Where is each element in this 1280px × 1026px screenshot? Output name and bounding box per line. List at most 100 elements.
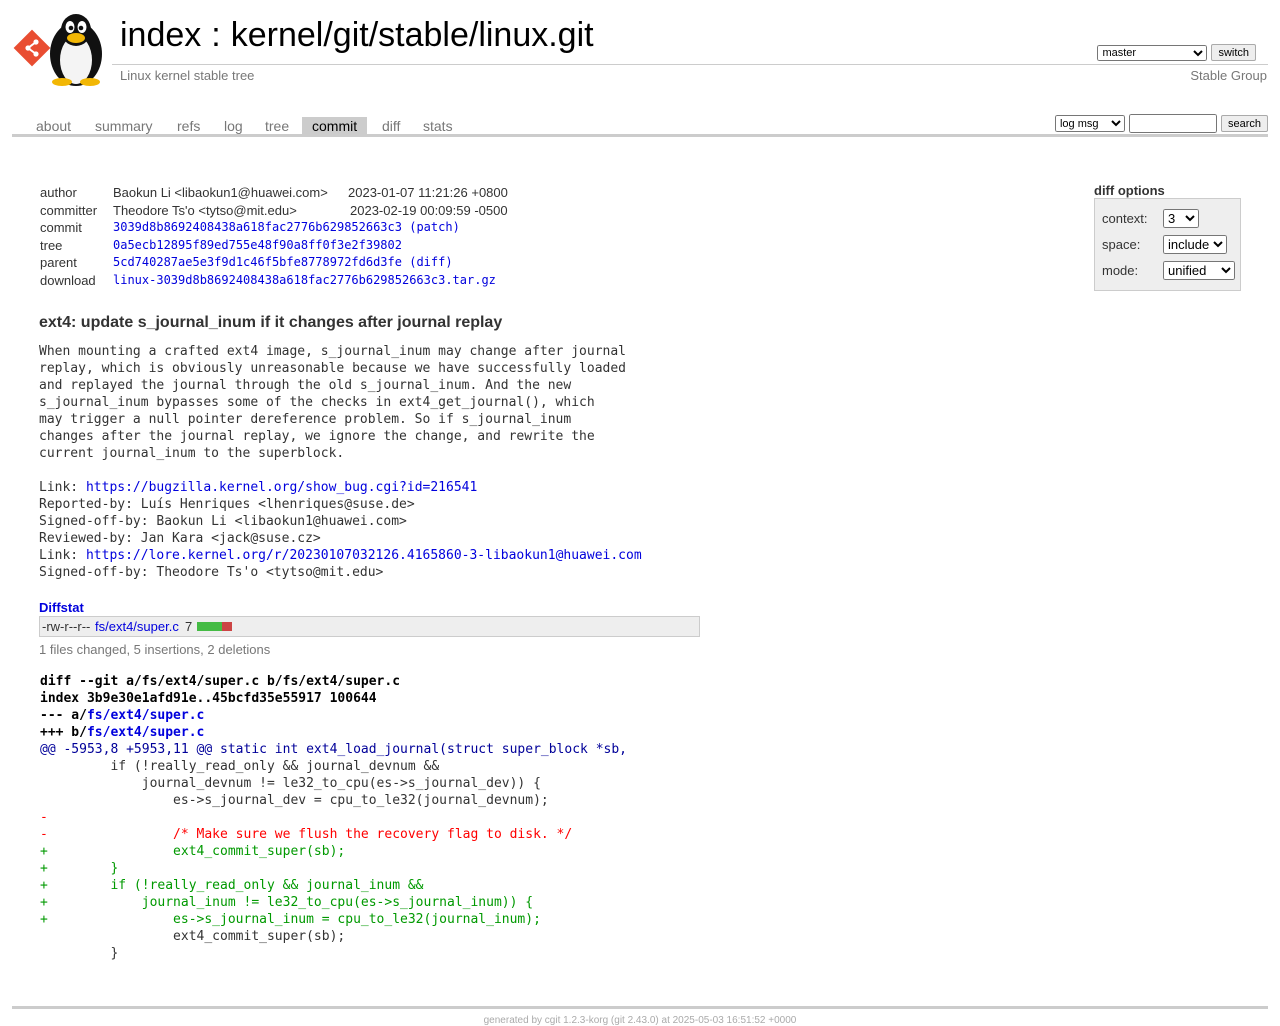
mode-select[interactable]: unified (1163, 261, 1235, 280)
tree-hash-group: 0a5ecb12895f89ed755e48f90a8ff0f3e2f39802 (113, 238, 402, 252)
diff-lines: if (!really_read_only && journal_devnum … (40, 758, 627, 962)
diffstat-file-link[interactable]: fs/ext4/super.c (95, 619, 179, 634)
search-type-select[interactable]: log msg (1054, 115, 1125, 132)
commit-message-line: current journal_inum to the superblock. (39, 446, 345, 461)
diff-line-added: + if (!really_read_only && journal_inum … (40, 878, 424, 893)
switch-button[interactable]: switch (1211, 44, 1256, 61)
parent-hash-group: 5cd740287ae5e3f9d1c46f5bfe8778972fd6d3fe… (113, 255, 453, 269)
tab-log[interactable]: log (214, 117, 253, 135)
commit-hash-link[interactable]: 3039d8b8692408438a618fac2776b629852663c3 (113, 220, 402, 234)
diff-line-removed: - /* Make sure we flush the recovery fla… (40, 827, 573, 842)
signed-off-by-line-2: Signed-off-by: Theodore Ts'o <tytso@mit.… (39, 565, 384, 580)
tab-about[interactable]: about (26, 117, 81, 135)
commit-message-line: changes after the journal replay, we ign… (39, 429, 595, 444)
bugzilla-link[interactable]: https://bugzilla.kernel.org/show_bug.cgi… (86, 480, 477, 495)
diff-line-context: journal_devnum != le32_to_cpu(es->s_jour… (40, 776, 541, 791)
diff-line-context: ext4_commit_super(sb); (40, 929, 346, 944)
download-link[interactable]: linux-3039d8b8692408438a618fac2776b62985… (113, 273, 496, 287)
commit-message-line: s_journal_inum bypasses some of the chec… (39, 395, 595, 410)
tab-stats[interactable]: stats (413, 117, 463, 135)
commit-subject: ext4: update s_journal_inum if it change… (39, 314, 503, 331)
tux-penguin-icon (13, 14, 102, 86)
parent-diff-link[interactable]: (diff) (409, 255, 452, 269)
diff-option-space-row: space: include (1102, 235, 1227, 254)
context-label: context: (1102, 211, 1148, 226)
parent-hash-link[interactable]: 5cd740287ae5e3f9d1c46f5bfe8778972fd6d3fe (113, 255, 402, 269)
diffstat-file-mode: -rw-r--r-- (42, 619, 91, 634)
tree-hash-link[interactable]: 0a5ecb12895f89ed755e48f90a8ff0f3e2f39802 (113, 238, 402, 252)
diffstat-change-count: 7 (185, 619, 193, 634)
search-input[interactable] (1128, 114, 1217, 133)
tab-diff[interactable]: diff (372, 117, 410, 135)
commit-message-line: and replayed the journal through the old… (39, 378, 572, 393)
diff-option-mode-row: mode: unified (1102, 261, 1235, 280)
commit-message-line: When mounting a crafted ext4 image, s_jo… (39, 344, 626, 359)
git-logo-icon (13, 29, 51, 67)
patch-link[interactable]: (patch) (409, 220, 460, 234)
diff-git-header: diff --git a/fs/ext4/super.c b/fs/ext4/s… (40, 674, 401, 689)
diff-minus-file-link[interactable]: fs/ext4/super.c (87, 708, 204, 723)
diffstat-insertions-bar (197, 622, 222, 631)
commit-message-body: When mounting a crafted ext4 image, s_jo… (39, 344, 626, 461)
repo-title-index-link[interactable]: index (120, 16, 201, 54)
diff-line-added: + ext4_commit_super(sb); (40, 844, 346, 859)
diff-line-added: + journal_inum != le32_to_cpu(es->s_jour… (40, 895, 534, 910)
diff-view: diff --git a/fs/ext4/super.c b/fs/ext4/s… (40, 673, 627, 962)
repo-description: Linux kernel stable tree (120, 68, 255, 83)
repo-title: index: kernel/git/stable/linux.git (120, 16, 594, 55)
repo-title-path-link[interactable]: kernel/git/stable/linux.git (231, 16, 594, 54)
commit-message-line: may trigger a null pointer dereference p… (39, 412, 572, 427)
diffstat-title-link[interactable]: Diffstat (39, 600, 84, 615)
diff-index-header: index 3b9e30e1afd91e..45bcfd35e55917 100… (40, 691, 377, 706)
diff-line-added: + es->s_journal_inum = cpu_to_le32(journ… (40, 912, 541, 927)
link1-prefix: Link: (39, 480, 86, 495)
space-label: space: (1102, 237, 1141, 252)
space-select[interactable]: include (1163, 235, 1227, 254)
committer-value: Theodore Ts'o <tytso@mit.edu> (113, 202, 297, 218)
branch-select[interactable]: master (1097, 44, 1208, 61)
repo-title-separator: : (211, 16, 221, 54)
diff-line-context: } (40, 946, 119, 961)
tab-commit[interactable]: commit (302, 117, 368, 135)
signed-off-by-line-1: Signed-off-by: Baokun Li <libaokun1@huaw… (39, 514, 407, 529)
lore-link[interactable]: https://lore.kernel.org/r/20230107032126… (86, 548, 642, 563)
tab-bar: about summary refs log tree commit diff … (12, 114, 1268, 137)
tab-refs[interactable]: refs (167, 117, 210, 135)
search-form: log msg search (1054, 114, 1268, 133)
diff-line-context: if (!really_read_only && journal_devnum … (40, 759, 440, 774)
download-label: download (40, 272, 96, 288)
commit-message-line: replay, which is obviously unreasonable … (39, 361, 626, 376)
author-date: 2023-01-07 11:21:26 +0800 (348, 185, 508, 200)
committer-date: 2023-02-19 00:09:59 -0500 (350, 202, 508, 218)
tab-tree[interactable]: tree (255, 117, 299, 135)
footer-text: generated by cgit 1.2.3-korg (git 2.43.0… (483, 1015, 797, 1026)
download-group: linux-3039d8b8692408438a618fac2776b62985… (113, 273, 496, 287)
commit-hash-group: 3039d8b8692408438a618fac2776b629852663c3… (113, 220, 460, 234)
tab-summary[interactable]: summary (85, 117, 163, 135)
diffstat-deletions-bar (222, 622, 232, 631)
diff-options-title: diff options (1094, 183, 1165, 198)
diff-hunk-header: @@ -5953,8 +5953,11 @@ static int ext4_l… (40, 742, 627, 757)
mode-label: mode: (1102, 263, 1139, 278)
header-divider (112, 64, 1268, 65)
site-logo[interactable] (12, 10, 112, 86)
tree-label: tree (40, 237, 63, 253)
diff-option-context-row: context: 3 (1102, 209, 1199, 228)
commit-label: commit (40, 220, 82, 235)
diff-minus-header: --- a/fs/ext4/super.c (40, 707, 627, 724)
reviewed-by-line: Reviewed-by: Jan Kara <jack@suse.cz> (39, 531, 321, 546)
commit-message: When mounting a crafted ext4 image, s_jo… (39, 343, 642, 581)
repo-owner: Stable Group (1190, 68, 1267, 83)
reported-by-line: Reported-by: Luís Henriques <lhenriques@… (39, 497, 415, 512)
branch-switch-form: master switch (1097, 44, 1256, 61)
committer-label: committer (40, 202, 98, 218)
diff-minus-prefix: --- a/ (40, 708, 87, 723)
diffstat-summary: 1 files changed, 5 insertions, 2 deletio… (39, 642, 271, 657)
diff-line-added: + } (40, 861, 119, 876)
diff-line-context: es->s_journal_dev = cpu_to_le32(journal_… (40, 793, 549, 808)
search-button[interactable]: search (1220, 115, 1268, 132)
author-value: Baokun Li <libaokun1@huawei.com> (113, 185, 328, 200)
diff-plus-file-link[interactable]: fs/ext4/super.c (87, 725, 204, 740)
context-select[interactable]: 3 (1163, 209, 1199, 228)
footer-divider (12, 1006, 1268, 1009)
